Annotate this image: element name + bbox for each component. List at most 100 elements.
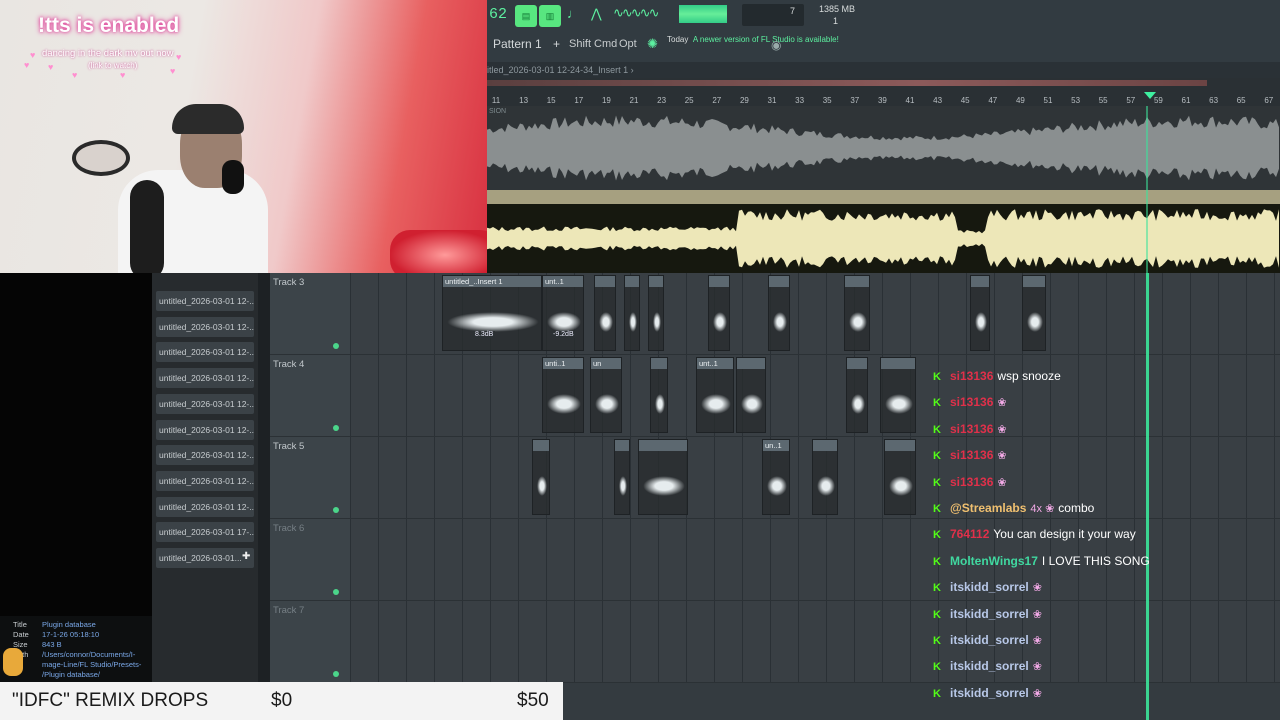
clip-header[interactable] [651,358,667,369]
pattern-mode-button[interactable]: ▤ [515,5,537,27]
audio-clip[interactable] [970,275,990,351]
browser-file-item[interactable]: untitled_2026-03-01... [156,548,254,568]
track-header[interactable]: Track 7 [270,601,350,683]
audio-clip[interactable] [624,275,640,351]
audio-clip[interactable] [638,439,688,515]
track-name: Track 4 [273,359,305,370]
audio-clip[interactable]: un [590,357,622,433]
browser-file-item[interactable]: untitled_2026-03-01 12-... [156,419,254,440]
chat-message: Ksi13136 ❀ [930,419,1007,439]
track-mute-led[interactable] [333,343,339,349]
audio-clip[interactable] [736,357,766,433]
clip-header[interactable] [1023,276,1045,287]
audio-clip[interactable] [884,439,916,515]
clip-header[interactable] [847,358,867,369]
track-header[interactable]: Track 4 [270,355,350,437]
audio-clip[interactable] [812,439,838,515]
browser-file-item[interactable]: untitled_2026-03-01 12-... [156,496,254,517]
waveform-icon[interactable]: ⋀ [591,6,602,22]
audio-clip[interactable]: unt..1 -9.2dB [542,275,584,351]
track-lane[interactable]: untitled_..Insert 1 8.3dB unt..1 -9.2dB [350,273,1280,355]
clip-waveform [849,312,867,332]
kick-badge-icon: K [933,371,941,383]
metronome-icon[interactable]: ♩ [567,6,580,21]
add-pattern-button[interactable]: + [553,37,560,51]
audio-clip[interactable] [768,275,790,351]
audio-clip[interactable] [532,439,550,515]
news-ticker[interactable]: Today A newer version of FL Studio is av… [667,34,839,45]
ruler-bar-number: 51 [1043,96,1053,105]
tempo-display[interactable]: 62 [489,6,507,23]
clip-header[interactable] [639,440,687,451]
clip-header[interactable] [881,358,915,369]
drag-icon[interactable]: ✚ [242,551,250,562]
clip-waveform [599,312,613,332]
browser-file-item[interactable]: untitled_2026-03-01 12-... [156,316,254,337]
track-mute-led[interactable] [333,589,339,595]
track-header[interactable]: Track 6 [270,519,350,601]
clip-header[interactable] [533,440,549,451]
audio-clip[interactable] [614,439,630,515]
audio-clip[interactable]: untitled_..Insert 1 8.3dB [442,275,542,351]
clip-header[interactable]: unt..1 [543,276,583,287]
file-info-panel: Title Plugin database Date 17-1-26 05:18:1… [0,616,152,682]
audio-clip[interactable]: unti..1 [542,357,584,433]
clip-header[interactable] [845,276,869,287]
audio-clip[interactable]: unt..1 [696,357,734,433]
audio-clip[interactable] [648,275,664,351]
clip-header[interactable]: unti..1 [543,358,583,369]
track-mute-led[interactable] [333,507,339,513]
clip-header[interactable]: un [591,358,621,369]
browser-file-item[interactable]: untitled_2026-03-01 12-... [156,393,254,414]
voice-count: 1 [833,16,839,26]
lightbulb-icon[interactable]: ✺ [647,36,658,52]
cmd-key[interactable]: Cmd [594,38,617,50]
track-mute-led[interactable] [333,425,339,431]
ruler-bar-number: 47 [988,96,998,105]
globe-icon[interactable]: ◉ [771,38,781,52]
opt-key[interactable]: Opt [619,38,637,50]
browser-file-item[interactable]: untitled_2026-03-01 17-... [156,522,254,543]
audio-clip[interactable]: un..1 [762,439,790,515]
heart-icon: ♥ [170,66,176,76]
song-mode-button[interactable]: ▥ [539,5,561,27]
clip-header[interactable] [769,276,789,287]
chat-username: si13136 [950,474,994,489]
clip-header[interactable] [885,440,915,451]
audio-clip[interactable] [844,275,870,351]
clip-header[interactable] [737,358,765,369]
audio-clip[interactable] [846,357,868,433]
pattern-selector[interactable]: Pattern 1 [493,37,542,51]
browser-file-item[interactable]: untitled_2026-03-01 12-... [156,291,254,311]
clip-header[interactable] [625,276,639,287]
timeline-ruler[interactable]: 11 13 15 17 19 21 23 25 27 29 31 33 35 37 39 41 43 45 47 49… [487,78,1280,106]
clip-header[interactable] [595,276,615,287]
audio-clip[interactable] [594,275,616,351]
chat-username: @Streamlabs [950,501,1027,515]
panel-divider[interactable] [258,273,270,720]
emote-icon: ❀ [997,476,1007,489]
clip-header[interactable]: unt..1 [697,358,733,369]
audio-clip[interactable] [708,275,730,351]
track-header[interactable]: Track 3 [270,273,350,355]
file-browser: untitled_2026-03-01 12-... untitled_2026-… [152,273,258,720]
browser-file-item[interactable]: untitled_2026-03-01 12-... [156,342,254,363]
time-scroll-bar[interactable] [487,80,1207,86]
webcam-feed: !tts is enabled dancing in the dark mv o… [0,0,487,273]
audio-clip[interactable] [650,357,668,433]
clip-header[interactable] [971,276,989,287]
track-mute-led[interactable] [333,671,339,677]
audio-clip[interactable] [880,357,916,433]
clip-header[interactable] [709,276,729,287]
clip-header[interactable] [813,440,837,451]
browser-file-item[interactable]: untitled_2026-03-01 12-... [156,368,254,389]
clip-header[interactable] [649,276,663,287]
browser-file-item[interactable]: untitled_2026-03-01 12-... [156,470,254,491]
track-header[interactable]: Track 5 [270,437,350,519]
shift-key[interactable]: Shift [569,38,591,50]
audio-clip[interactable] [1022,275,1046,351]
clip-header[interactable]: un..1 [763,440,789,451]
clip-header[interactable]: untitled_..Insert 1 [443,276,541,287]
clip-header[interactable] [615,440,629,451]
browser-file-item[interactable]: untitled_2026-03-01 12-... [156,445,254,466]
